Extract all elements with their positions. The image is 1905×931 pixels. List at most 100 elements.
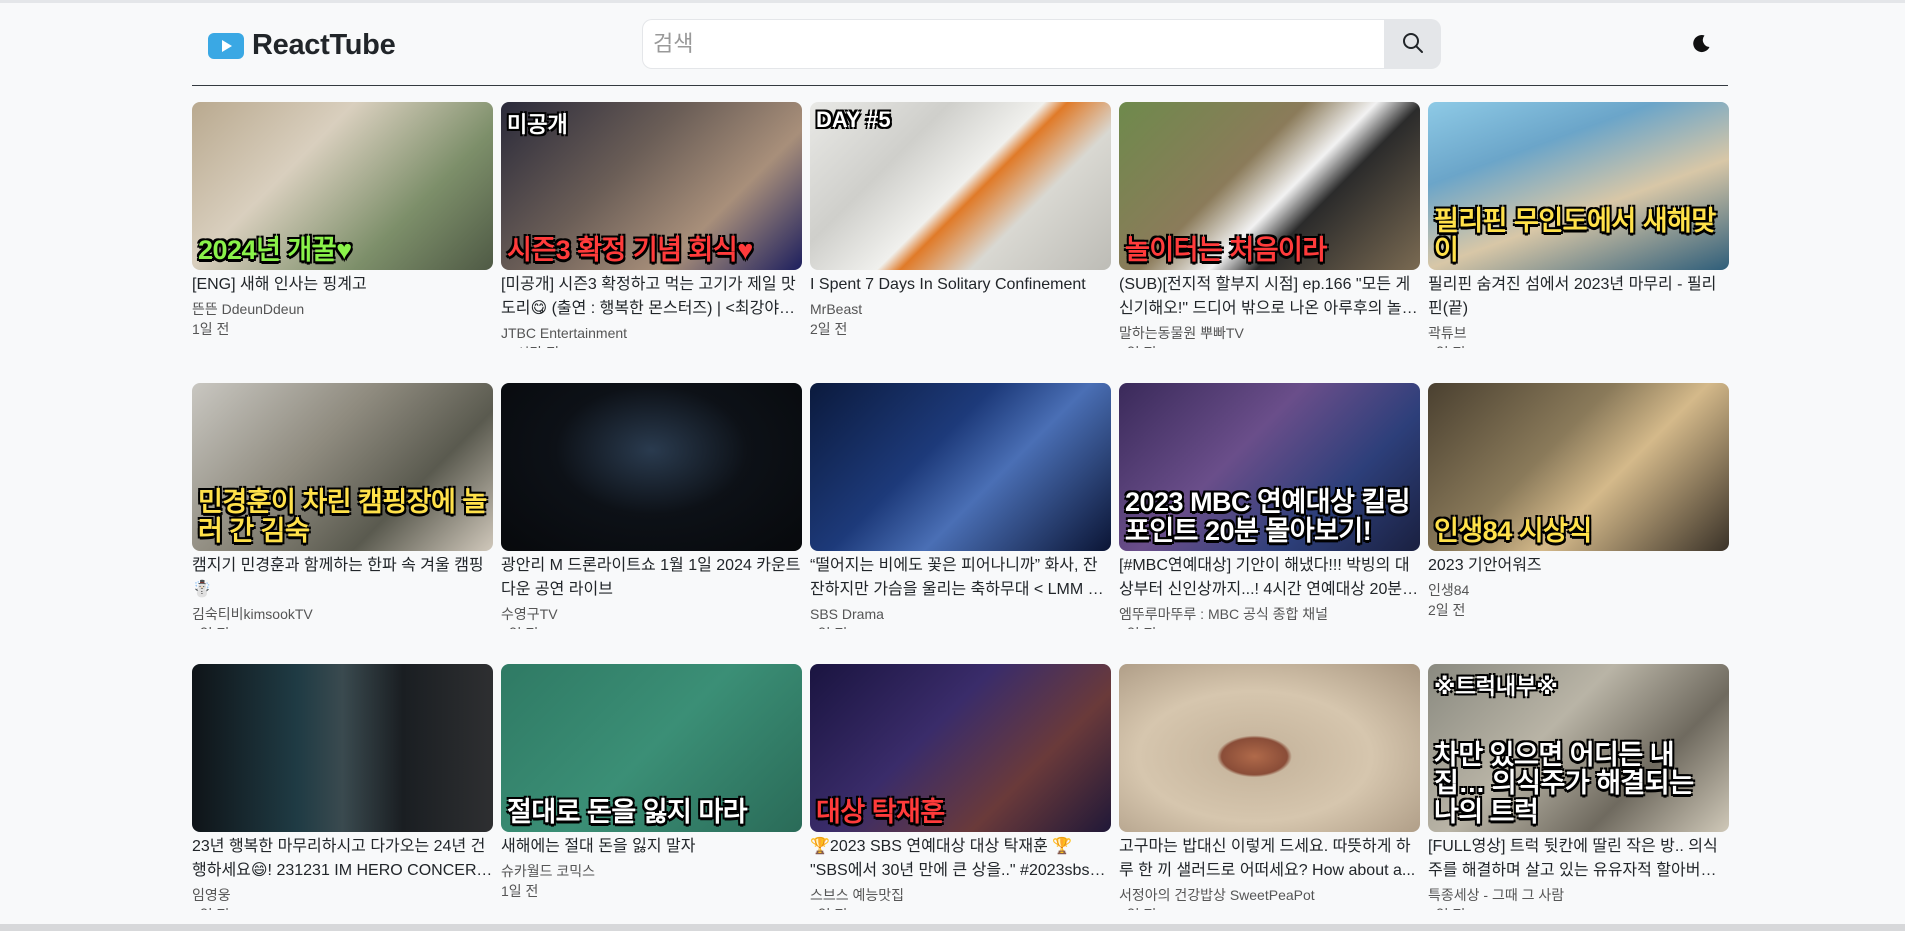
video-title[interactable]: [FULL영상] 트럭 뒷칸에 딸린 작은 방.. 의식주를 해결하며 살고 있… bbox=[1428, 835, 1729, 883]
channel-name: 인생84 bbox=[1428, 582, 1470, 598]
thumbnail-caption: 대상 탁재훈 bbox=[816, 796, 945, 827]
thumbnail-image bbox=[501, 383, 802, 551]
video-card[interactable]: 23년 행복한 마무리하시고 다가오는 24년 건행하세요😄! 231231 I… bbox=[192, 664, 493, 910]
published-date: 2일 전 bbox=[1428, 344, 1729, 348]
channel-name: 말하는동물원 뿌빠TV bbox=[1119, 325, 1244, 341]
published-date: 2일 전 bbox=[1428, 602, 1466, 618]
video-title[interactable]: 새해에는 절대 돈을 잃지 말자 bbox=[501, 835, 802, 859]
thumbnail-caption: 필리핀 무인도에서 새해맞이 bbox=[1434, 206, 1716, 265]
video-card[interactable]: 대상 탁재훈 🏆2023 SBS 연예대상 대상 탁재훈 🏆 "SBS에서 30년… bbox=[810, 664, 1111, 910]
thumbnail-caption: 절대로 돈을 잃지 마라 bbox=[507, 796, 748, 827]
video-title[interactable]: 🏆2023 SBS 연예대상 대상 탁재훈 🏆 "SBS에서 30년 만에 큰 … bbox=[810, 835, 1111, 883]
video-card[interactable]: 절대로 돈을 잃지 마라새해에는 절대 돈을 잃지 말자슈카월드 코믹스 1일 전 bbox=[501, 664, 802, 910]
published-date: 1일 전 bbox=[501, 625, 802, 629]
channel-name: 서정아의 건강밥상 SweetPeaPot bbox=[1119, 887, 1315, 903]
video-thumbnail[interactable]: 필리핀 무인도에서 새해맞이 bbox=[1428, 102, 1729, 270]
video-title[interactable]: [#MBC연예대상] 기안이 해냈다!!! 박빙의 대상부터 신인상까지...!… bbox=[1119, 554, 1420, 602]
video-title[interactable]: 광안리 M 드론라이트쇼 1월 1일 2024 카운트다운 공연 라이브 bbox=[501, 554, 802, 602]
channel-name: 슈카월드 코믹스 bbox=[501, 863, 596, 879]
published-date: 1일 전 bbox=[1119, 344, 1420, 348]
published-date: 2일 전 bbox=[810, 906, 1111, 910]
published-date: 1일 전 bbox=[1119, 906, 1420, 910]
video-title[interactable]: (SUB)[전지적 할부지 시점] ep.166 "모든 게 신기해오!" 드디… bbox=[1119, 273, 1420, 321]
video-title[interactable]: [ENG] 새해 인사는 핑계고 bbox=[192, 273, 493, 297]
video-thumbnail[interactable] bbox=[192, 664, 493, 832]
play-icon bbox=[208, 32, 244, 59]
published-date: 4일 전 bbox=[810, 625, 1111, 629]
video-grid: 2024년 개꿀♥ [ENG] 새해 인사는 핑계고뜬뜬 DdeunDdeun 1일… bbox=[192, 102, 1729, 910]
video-thumbnail[interactable]: 대상 탁재훈 bbox=[810, 664, 1111, 832]
published-date: 1일 전 bbox=[192, 321, 230, 337]
channel-name: 뜬뜬 DdeunDdeun bbox=[192, 301, 305, 317]
video-thumbnail[interactable]: 2023 MBC 연예대상 킬링포인트 20분 몰아보기! bbox=[1119, 383, 1420, 551]
thumbnail-caption: 인생84 시상식 bbox=[1434, 515, 1592, 546]
video-card[interactable]: 고구마는 밥대신 이렇게 드세요. 따뜻하게 하루 한 끼 샐러드로 어떠세요?… bbox=[1119, 664, 1420, 910]
video-title[interactable]: 고구마는 밥대신 이렇게 드세요. 따뜻하게 하루 한 끼 샐러드로 어떠세요?… bbox=[1119, 835, 1420, 883]
video-card[interactable]: 2024년 개꿀♥ [ENG] 새해 인사는 핑계고뜬뜬 DdeunDdeun 1일… bbox=[192, 102, 493, 348]
thumbnail-tag: 미공개 bbox=[507, 112, 568, 137]
video-card[interactable]: DAY #5 I Spent 7 Days In Solitary Confine… bbox=[810, 102, 1111, 348]
search-input[interactable] bbox=[642, 19, 1384, 69]
published-date: 2일 전 bbox=[192, 906, 493, 910]
horizontal-scrollbar[interactable] bbox=[0, 924, 1905, 931]
video-title[interactable]: 필리핀 숨겨진 섬에서 2023년 마무리 - 필리핀(끝) bbox=[1428, 273, 1729, 321]
search-button[interactable] bbox=[1384, 19, 1441, 69]
video-card[interactable]: 광안리 M 드론라이트쇼 1월 1일 2024 카운트다운 공연 라이브수영구T… bbox=[501, 383, 802, 629]
channel-name: MrBeast bbox=[810, 301, 863, 317]
video-thumbnail[interactable]: ※트럭내부※ 차만 있으면 어디든 내 집… 의식주가 해결되는 나의 트럭 bbox=[1428, 664, 1729, 832]
published-date: 3일 전 bbox=[1119, 625, 1420, 629]
theme-toggle-button[interactable] bbox=[1688, 32, 1714, 58]
published-date: 1일 전 bbox=[501, 883, 539, 899]
video-thumbnail[interactable]: 놀이터는 처음이라 bbox=[1119, 102, 1420, 270]
thumbnail-tag: DAY #5 bbox=[816, 107, 891, 132]
video-card[interactable]: “떨어지는 비에도 꽃은 피어나니까” 화사, 잔잔하지만 가슴을 울리는 축하… bbox=[810, 383, 1111, 629]
thumbnail-image bbox=[192, 664, 493, 832]
thumbnail-caption: 민경훈이 차린 캠핑장에 놀러 간 김숙 bbox=[198, 487, 487, 546]
video-card[interactable]: ※트럭내부※ 차만 있으면 어디든 내 집… 의식주가 해결되는 나의 트럭 [FU… bbox=[1428, 664, 1729, 910]
published-date: 22시간 전 bbox=[501, 344, 802, 348]
published-date: 2일 전 bbox=[810, 321, 848, 337]
video-thumbnail[interactable]: DAY #5 bbox=[810, 102, 1111, 270]
thumbnail-tag: ※트럭내부※ bbox=[1434, 674, 1558, 699]
channel-name: 특종세상 - 그때 그 사람 bbox=[1428, 887, 1565, 903]
channel-name: 스브스 예능맛집 bbox=[810, 887, 905, 903]
video-title[interactable]: 캠지기 민경훈과 함께하는 한파 속 겨울 캠핑☃️ bbox=[192, 554, 493, 602]
video-thumbnail[interactable]: 인생84 시상식 bbox=[1428, 383, 1729, 551]
app-title: ReactTube bbox=[252, 29, 396, 61]
thumbnail-caption: 2023 MBC 연예대상 킬링포인트 20분 몰아보기! bbox=[1125, 487, 1411, 546]
video-card[interactable]: 인생84 시상식 2023 기안어워즈인생84 2일 전 bbox=[1428, 383, 1729, 629]
video-thumbnail[interactable]: 민경훈이 차린 캠핑장에 놀러 간 김숙 bbox=[192, 383, 493, 551]
thumbnail-caption: 2024년 개꿀♥ bbox=[198, 234, 352, 265]
search-form bbox=[642, 19, 1448, 69]
video-thumbnail[interactable] bbox=[501, 383, 802, 551]
video-title[interactable]: I Spent 7 Days In Solitary Confinement bbox=[810, 273, 1111, 297]
video-thumbnail[interactable] bbox=[1119, 664, 1420, 832]
search-icon bbox=[1401, 31, 1425, 58]
thumbnail-caption: 시즌3 확정 기념 회식♥ bbox=[507, 234, 753, 265]
channel-name: 수영구TV bbox=[501, 606, 558, 622]
channel-name: 곽튜브 bbox=[1428, 325, 1467, 341]
app-logo[interactable]: ReactTube bbox=[208, 29, 396, 62]
published-date: 1일 전 bbox=[192, 625, 493, 629]
channel-name: 엠뚜루마뚜루 : MBC 공식 종합 채널 bbox=[1119, 606, 1329, 622]
video-card[interactable]: 놀이터는 처음이라 (SUB)[전지적 할부지 시점] ep.166 "모든 게 … bbox=[1119, 102, 1420, 348]
thumbnail-caption: 놀이터는 처음이라 bbox=[1125, 234, 1327, 265]
video-title[interactable]: “떨어지는 비에도 꽃은 피어나니까” 화사, 잔잔하지만 가슴을 울리는 축하… bbox=[810, 554, 1111, 602]
video-title[interactable]: [미공개] 시즌3 확정하고 먹는 고기가 제일 맛도리😋 (출연 : 행복한 … bbox=[501, 273, 802, 321]
video-thumbnail[interactable]: 미공개시즌3 확정 기념 회식♥ bbox=[501, 102, 802, 270]
thumbnail-caption: 차만 있으면 어디든 내 집… 의식주가 해결되는 나의 트럭 bbox=[1434, 739, 1694, 827]
video-title[interactable]: 2023 기안어워즈 bbox=[1428, 554, 1729, 578]
video-card[interactable]: 필리핀 무인도에서 새해맞이필리핀 숨겨진 섬에서 2023년 마무리 - 필리… bbox=[1428, 102, 1729, 348]
moon-icon bbox=[1691, 34, 1711, 57]
channel-name: SBS Drama bbox=[810, 606, 884, 622]
video-card[interactable]: 미공개 시즌3 확정 기념 회식♥ [미공개] 시즌3 확정하고 먹는 고기가 제일… bbox=[501, 102, 802, 348]
video-thumbnail[interactable]: 절대로 돈을 잃지 마라 bbox=[501, 664, 802, 832]
published-date: 2일 전 bbox=[1428, 906, 1729, 910]
channel-name: JTBC Entertainment bbox=[501, 325, 628, 341]
video-thumbnail[interactable] bbox=[810, 383, 1111, 551]
thumbnail-image bbox=[810, 383, 1111, 551]
video-thumbnail[interactable]: 2024년 개꿀♥ bbox=[192, 102, 493, 270]
video-title[interactable]: 23년 행복한 마무리하시고 다가오는 24년 건행하세요😄! 231231 I… bbox=[192, 835, 493, 883]
video-card[interactable]: 2023 MBC 연예대상 킬링포인트 20분 몰아보기! [#MBC연예대상] … bbox=[1119, 383, 1420, 629]
video-card[interactable]: 민경훈이 차린 캠핑장에 놀러 간 김숙캠지기 민경훈과 함께하는 한파 속 겨… bbox=[192, 383, 493, 629]
